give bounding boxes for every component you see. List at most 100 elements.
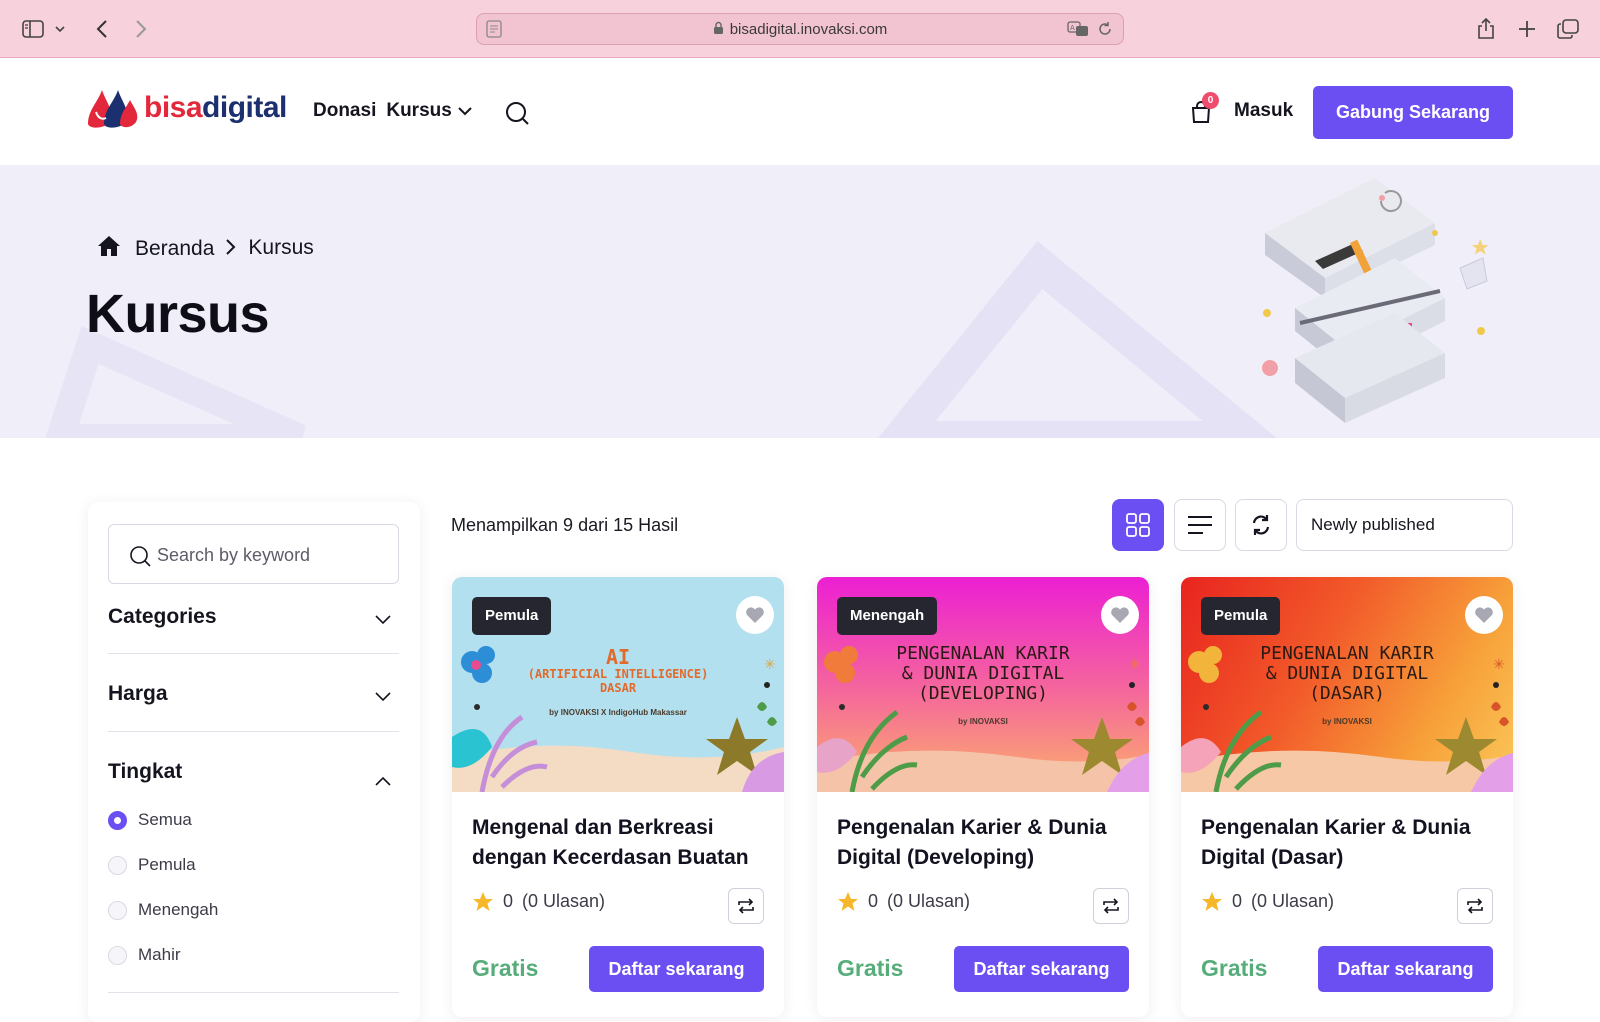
enroll-button[interactable]: Daftar sekarang bbox=[1318, 946, 1493, 992]
nav-item-donasi[interactable]: Donasi bbox=[313, 100, 376, 122]
site-header: bisadigital Donasi Kursus 0 Masuk Gabung… bbox=[0, 58, 1600, 165]
course-title[interactable]: Mengenal dan Berkreasi dengan Kecerdasan… bbox=[472, 813, 762, 873]
chevron-down-icon[interactable] bbox=[52, 16, 68, 42]
new-tab-icon[interactable] bbox=[1514, 16, 1540, 42]
share-icon[interactable] bbox=[1473, 16, 1499, 42]
filter-title: Categories bbox=[108, 605, 217, 628]
level-option-menengah[interactable]: Menengah bbox=[108, 900, 218, 920]
level-option-pemula[interactable]: Pemula bbox=[108, 855, 196, 875]
course-title[interactable]: Pengenalan Karier & Dunia Digital (Devel… bbox=[837, 813, 1127, 873]
breadcrumb-home[interactable]: Beranda bbox=[135, 237, 214, 261]
search-icon[interactable] bbox=[505, 101, 530, 131]
course-price: Gratis bbox=[837, 955, 904, 981]
login-link[interactable]: Masuk bbox=[1234, 100, 1293, 122]
tabs-overview-icon[interactable] bbox=[1555, 16, 1581, 42]
radio[interactable] bbox=[108, 900, 127, 920]
logo-mark-icon bbox=[88, 90, 138, 128]
filter-level-header[interactable]: Tingkat bbox=[108, 760, 399, 786]
brand-logo[interactable]: bisadigital bbox=[86, 86, 287, 130]
level-option-semua[interactable]: Semua bbox=[108, 810, 192, 830]
radio-selected[interactable] bbox=[108, 810, 127, 830]
page-hero: Beranda Kursus Kursus bbox=[0, 165, 1600, 438]
star-icon bbox=[1202, 892, 1222, 911]
reload-icon[interactable] bbox=[1097, 21, 1113, 42]
compare-button[interactable] bbox=[1457, 888, 1493, 924]
grid-view-button[interactable] bbox=[1112, 499, 1164, 551]
filter-categories-header[interactable]: Categories bbox=[108, 605, 399, 629]
compare-icon bbox=[1467, 898, 1483, 914]
list-icon bbox=[1188, 516, 1212, 534]
thumbnail-title-line: PENGENALAN KARIR bbox=[896, 643, 1070, 664]
course-card[interactable]: ✳ AI (ARTIFICIAL INTELLIGENCE) DASAR by … bbox=[452, 577, 784, 1017]
level-label: Semua bbox=[138, 810, 192, 829]
thumbnail-subtitle: by INOVAKSI bbox=[1322, 717, 1372, 726]
course-price: Gratis bbox=[472, 955, 539, 981]
main-nav: Donasi Kursus bbox=[313, 100, 472, 122]
wishlist-button[interactable] bbox=[736, 596, 774, 634]
svg-text:A: A bbox=[1070, 24, 1075, 32]
level-badge: Pemula bbox=[1201, 597, 1281, 635]
heart-icon bbox=[1111, 607, 1129, 623]
thumbnail-title-line: AI bbox=[605, 645, 631, 669]
nav-item-kursus[interactable]: Kursus bbox=[386, 100, 451, 122]
chevron-down-icon bbox=[375, 607, 391, 631]
compare-button[interactable] bbox=[1093, 888, 1129, 924]
divider bbox=[108, 992, 399, 993]
list-view-button[interactable] bbox=[1174, 499, 1226, 551]
home-icon[interactable] bbox=[97, 235, 121, 263]
course-card[interactable]: ✳ PENGENALAN KARIR & DUNIA DIGITAL (DEVE… bbox=[817, 577, 1149, 1017]
chevron-down-icon[interactable] bbox=[458, 100, 472, 122]
enroll-button[interactable]: Daftar sekarang bbox=[589, 946, 764, 992]
heart-icon bbox=[1475, 607, 1493, 623]
grid-icon bbox=[1126, 513, 1150, 537]
course-thumbnail[interactable]: ✳ AI (ARTIFICIAL INTELLIGENCE) DASAR by … bbox=[452, 577, 784, 792]
refresh-icon bbox=[1252, 515, 1270, 535]
address-bar[interactable]: bisadigital.inovaksi.com A bbox=[476, 13, 1124, 45]
filter-price-header[interactable]: Harga bbox=[108, 682, 399, 706]
compare-button[interactable] bbox=[728, 888, 764, 924]
browser-toolbar: bisadigital.inovaksi.com A bbox=[0, 0, 1600, 58]
forward-icon[interactable] bbox=[128, 16, 154, 42]
thumbnail-title-line: (ARTIFICIAL INTELLIGENCE) bbox=[527, 667, 709, 681]
filter-title: Harga bbox=[108, 682, 168, 705]
cart-count-badge: 0 bbox=[1202, 92, 1219, 109]
keyword-search-input[interactable]: Search by keyword bbox=[108, 524, 399, 584]
wishlist-button[interactable] bbox=[1101, 596, 1139, 634]
course-thumbnail[interactable]: ✳ PENGENALAN KARIR & DUNIA DIGITAL (DASA… bbox=[1181, 577, 1513, 792]
course-title[interactable]: Pengenalan Karier & Dunia Digital (Dasar… bbox=[1201, 813, 1491, 873]
wishlist-button[interactable] bbox=[1465, 596, 1503, 634]
review-count: (0 Ulasan) bbox=[1251, 891, 1335, 911]
thumbnail-title-line: & DUNIA DIGITAL bbox=[901, 663, 1065, 684]
course-thumbnail[interactable]: ✳ PENGENALAN KARIR & DUNIA DIGITAL (DEVE… bbox=[817, 577, 1149, 792]
level-label: Pemula bbox=[138, 855, 196, 874]
divider bbox=[108, 731, 399, 732]
course-card[interactable]: ✳ PENGENALAN KARIR & DUNIA DIGITAL (DASA… bbox=[1181, 577, 1513, 1017]
level-badge: Pemula bbox=[472, 597, 552, 635]
level-option-mahir[interactable]: Mahir bbox=[108, 945, 181, 965]
logo-text-bisa: bisa bbox=[144, 91, 203, 124]
radio[interactable] bbox=[108, 945, 127, 965]
rating-value: 0 bbox=[1232, 891, 1243, 911]
divider bbox=[108, 653, 399, 654]
lock-icon bbox=[713, 21, 724, 39]
course-rating: 0 (0 Ulasan) bbox=[1201, 891, 1334, 912]
sort-select[interactable]: Newly published bbox=[1296, 499, 1513, 551]
thumbnail-subtitle: by INOVAKSI bbox=[958, 717, 1008, 726]
chevron-right-icon bbox=[226, 237, 236, 261]
books-illustration bbox=[1262, 178, 1489, 423]
radio[interactable] bbox=[108, 855, 127, 875]
review-count: (0 Ulasan) bbox=[522, 891, 606, 911]
sidebar-toggle-icon[interactable] bbox=[20, 16, 46, 42]
reset-filter-button[interactable] bbox=[1235, 499, 1287, 551]
join-now-button[interactable]: Gabung Sekarang bbox=[1313, 86, 1513, 139]
thumbnail-title-line: DASAR bbox=[599, 681, 637, 695]
page-title: Kursus bbox=[86, 284, 270, 344]
cart-icon[interactable]: 0 bbox=[1190, 92, 1219, 129]
enroll-button[interactable]: Daftar sekarang bbox=[954, 946, 1129, 992]
translate-icon[interactable]: A bbox=[1067, 21, 1089, 42]
back-icon[interactable] bbox=[89, 16, 115, 42]
rating-value: 0 bbox=[503, 891, 514, 911]
compare-icon bbox=[1103, 898, 1119, 914]
filter-sidebar: Search by keyword Categories Harga Tingk… bbox=[88, 502, 420, 1022]
star-icon bbox=[473, 892, 493, 911]
